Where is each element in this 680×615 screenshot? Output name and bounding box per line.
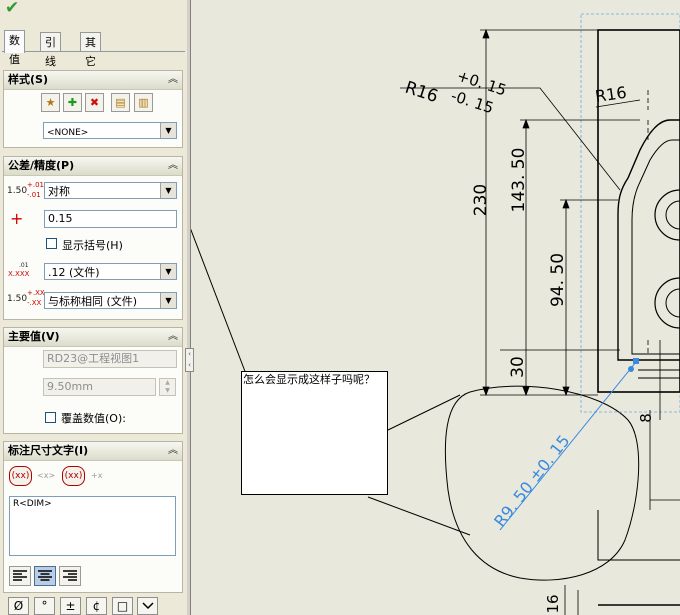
dim-16[interactable]: 16 [544, 594, 562, 613]
override-value-checkbox[interactable] [45, 412, 56, 423]
precision-select[interactable]: .12 (文件) ▼ [44, 263, 177, 280]
tolerance-value-input[interactable]: 0.15 [44, 210, 177, 228]
tolerance-precision-group: 公差/精度(P) ︽ 1.50 +.01 -.01 对称 ▼ + 0.15 显示括号… [3, 156, 183, 320]
ok-check-icon[interactable]: ✔ [5, 0, 19, 17]
dim-r9-50[interactable]: R9. 50 ±0. 15 [490, 431, 573, 530]
precision-icon: X.XXX .01 [8, 262, 30, 278]
dim-143-50[interactable]: 143. 50 [509, 148, 529, 213]
part-view [564, 29, 680, 615]
style-group-header[interactable]: 样式(S) ︽ [4, 71, 182, 90]
offset-text-icon[interactable]: +x [91, 471, 102, 480]
dim-8[interactable]: 8 [637, 413, 655, 423]
add-parentheses-button[interactable]: (xx) [9, 466, 32, 486]
dimension-reference-field: RD23@工程视图1 [43, 350, 177, 368]
tolerance-type-icon: 1.50 +.01 -.01 [7, 181, 44, 199]
collapse-chevron-icon[interactable]: ︽ [168, 71, 178, 89]
square-symbol-button[interactable]: □ [112, 597, 133, 615]
dimension-text-header[interactable]: 标注尺寸文字(I) ︽ [4, 442, 182, 461]
tab-leaders[interactable]: 引线 [40, 32, 61, 68]
centerline-symbol-button[interactable]: ¢ [86, 597, 107, 615]
align-center-icon[interactable] [34, 566, 56, 586]
show-parentheses-checkbox[interactable] [46, 238, 57, 249]
annotation-leader-1 [191, 228, 247, 375]
dim-r16-left[interactable]: R16 [402, 78, 440, 107]
tolerance-precision-select[interactable]: 与标称相同 (文件) ▼ [44, 292, 177, 309]
question-callout-box: 怎么会显示成这样子吗呢？ [241, 371, 388, 495]
center-dimension-icon[interactable]: <x> [37, 471, 55, 480]
annotation-leader-3 [367, 496, 471, 536]
delete-style-icon[interactable]: ✖ [85, 93, 104, 112]
show-parentheses-label: 显示括号(H) [62, 239, 123, 252]
value-spinner[interactable]: ▲ ▼ [159, 378, 176, 396]
selection-box [580, 13, 680, 413]
tolerance-group-header[interactable]: 公差/精度(P) ︽ [4, 157, 182, 176]
dropdown-arrow-icon[interactable]: ▼ [160, 293, 176, 308]
degree-symbol-button[interactable]: ° [34, 597, 55, 615]
collapse-chevron-icon[interactable]: ︽ [168, 328, 178, 346]
apply-style-icon[interactable]: ★ [41, 93, 60, 112]
more-symbols-dropdown[interactable] [137, 597, 158, 615]
save-style-icon[interactable]: ▤ [111, 93, 130, 112]
dim-94-50[interactable]: 94. 50 [548, 253, 568, 307]
dimension-text-area[interactable]: R<DIM> [9, 496, 176, 556]
align-right-icon[interactable] [59, 566, 81, 586]
collapse-chevron-icon[interactable]: ︽ [168, 442, 178, 460]
question-callout-text: 怎么会显示成这样子吗呢？ [243, 373, 375, 386]
selected-radius-dimension[interactable]: R9. 50 ±0. 15 [490, 358, 639, 530]
plus-minus-symbol-button[interactable]: ± [60, 597, 81, 615]
diameter-symbol-button[interactable]: Ø [8, 597, 29, 615]
style-preset-select[interactable]: <NONE> ▼ [43, 122, 177, 139]
dropdown-arrow-icon[interactable]: ▼ [160, 183, 176, 198]
plus-minus-icon: + [10, 209, 24, 228]
dim-230[interactable]: 230 [471, 184, 491, 216]
tab-other[interactable]: 其它 [80, 32, 101, 68]
collapse-chevron-icon[interactable]: ︽ [168, 157, 178, 175]
annotation-leader-2 [387, 394, 461, 431]
dimension-text-group: 标注尺寸文字(I) ︽ (xx) <x> (xx) +x R<DIM> [3, 441, 183, 593]
primary-value-input: 9.50mm [43, 378, 156, 396]
inspection-dimension-button[interactable]: (xx) [62, 466, 85, 486]
align-left-icon[interactable] [9, 566, 31, 586]
property-manager-panel: ✔ 数值 引线 其它 样式(S) ︽ ★ ✚ ✖ ▤ ▥ <NONE> ▼ 公差/精… [0, 0, 188, 615]
primary-value-header[interactable]: 主要值(V) ︽ [4, 328, 182, 347]
tab-divider [2, 51, 185, 52]
load-style-icon[interactable]: ▥ [134, 93, 153, 112]
tolerance-precision-icon: 1.50 +.XX -.XX [7, 289, 45, 307]
dim-30[interactable]: 30 [508, 356, 528, 378]
dropdown-arrow-icon[interactable]: ▼ [160, 123, 176, 138]
tolerance-type-select[interactable]: 对称 ▼ [44, 182, 177, 199]
override-value-label: 覆盖数值(O): [61, 412, 126, 425]
drawing-canvas[interactable]: 230 143. 50 94. 50 30 R16 +0. 15 -0. 15 … [191, 0, 680, 615]
dropdown-arrow-icon[interactable]: ▼ [160, 264, 176, 279]
tab-values[interactable]: 数值 [4, 30, 25, 66]
add-style-icon[interactable]: ✚ [63, 93, 82, 112]
primary-value-group: 主要值(V) ︽ RD23@工程视图1 9.50mm ▲ ▼ 覆盖数值(O): [3, 327, 183, 434]
style-group: 样式(S) ︽ ★ ✚ ✖ ▤ ▥ <NONE> ▼ [3, 70, 183, 148]
